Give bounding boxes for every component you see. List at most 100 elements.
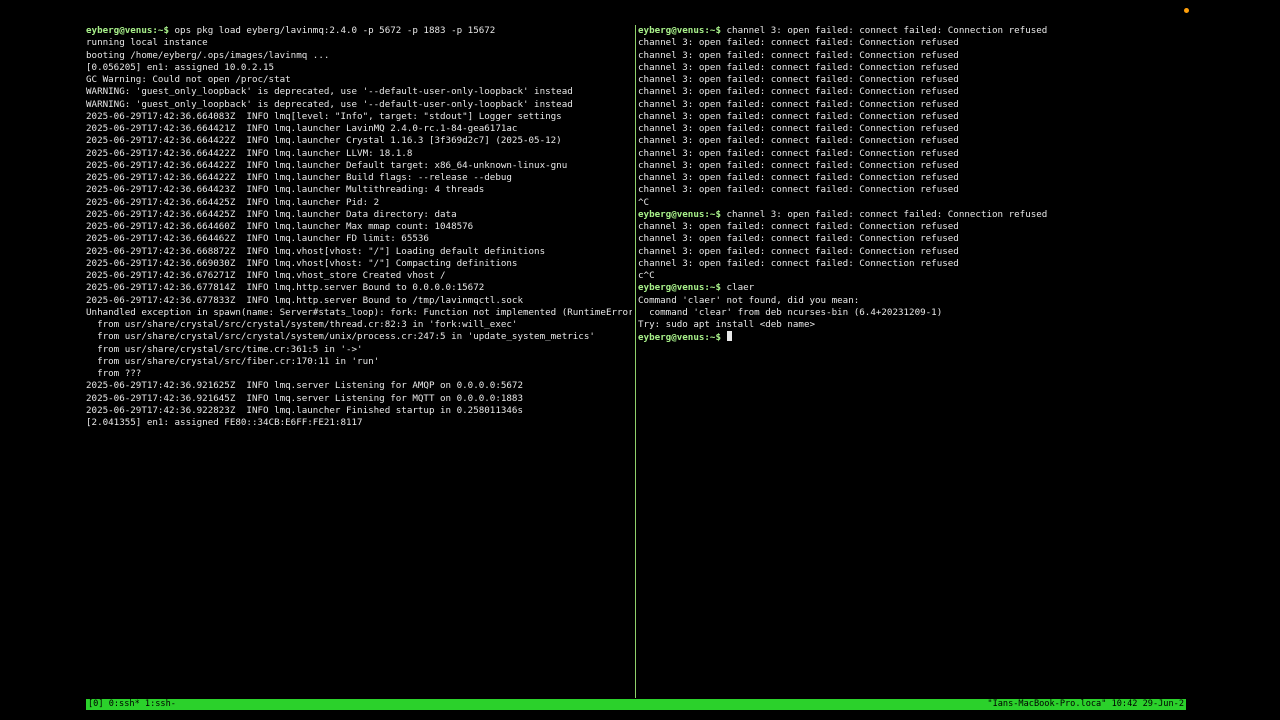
terminal-line: channel 3: open failed: connect failed: …	[638, 50, 1186, 62]
terminal-line: channel 3: open failed: connect failed: …	[638, 148, 1186, 160]
terminal-line-text: from usr/share/crystal/src/crystal/syste…	[86, 319, 518, 330]
terminal-line: 2025-06-29T17:42:36.921645Z INFO lmq.ser…	[86, 393, 632, 405]
terminal-line-text: channel 3: open failed: connect failed: …	[638, 184, 959, 196]
terminal-line-text: ^C	[638, 196, 650, 208]
terminal-line-text: 2025-06-29T17:42:36.669030Z INFO lmq.vho…	[86, 257, 518, 269]
terminal-line: booting /home/eyberg/.ops/images/lavinmq…	[86, 50, 632, 62]
terminal-line-text: 2025-06-29T17:42:36.664421Z INFO lmq.lau…	[86, 123, 518, 134]
terminal-line: 2025-06-29T17:42:36.676271Z INFO lmq.vho…	[86, 270, 632, 282]
terminal-pane-right[interactable]: eyberg@venus:~$ channel 3: open failed: …	[638, 25, 1186, 344]
terminal-line: eyberg@venus:~$	[638, 331, 1186, 343]
terminal-line: WARNING: 'guest_only_loopback' is deprec…	[86, 86, 632, 98]
terminal-line-text: Unhandled exception in spawn(name: Serve…	[86, 306, 632, 318]
terminal-line-text: 2025-06-29T17:42:36.677814Z INFO lmq.htt…	[86, 282, 485, 294]
terminal-line: eyberg@venus:~$ claer	[638, 282, 1186, 294]
terminal-line: eyberg@venus:~$ channel 3: open failed: …	[638, 209, 1186, 221]
terminal-line-text: channel 3: open failed: connect failed: …	[638, 37, 959, 49]
terminal-line-text: channel 3: open failed: connect failed: …	[720, 208, 1048, 220]
terminal-line: channel 3: open failed: connect failed: …	[638, 99, 1186, 111]
terminal-line-text: 2025-06-29T17:42:36.664083Z INFO lmq[lev…	[86, 110, 562, 122]
terminal-line-text: WARNING: 'guest_only_loopback' is deprec…	[86, 86, 573, 98]
terminal-line-text: from usr/share/crystal/src/time.cr:361:5…	[86, 343, 363, 355]
terminal-line: [2.041355] en1: assigned FE80::34CB:E6FF…	[86, 417, 632, 429]
terminal-line: channel 3: open failed: connect failed: …	[638, 246, 1186, 258]
recording-indicator-dot	[1184, 8, 1189, 13]
terminal-line-text: channel 3: open failed: connect failed: …	[720, 25, 1048, 36]
terminal-line-text: 2025-06-29T17:42:36.664460Z INFO lmq.lau…	[86, 221, 474, 232]
terminal-line: from usr/share/crystal/src/time.cr:361:5…	[86, 344, 632, 356]
terminal-line: 2025-06-29T17:42:36.664421Z INFO lmq.lau…	[86, 123, 632, 135]
terminal-line: Try: sudo apt install <deb name>	[638, 319, 1186, 331]
terminal-line: WARNING: 'guest_only_loopback' is deprec…	[86, 99, 632, 111]
terminal-line: eyberg@venus:~$ ops pkg load eyberg/lavi…	[86, 25, 632, 37]
terminal-line-text: 2025-06-29T17:42:36.668872Z INFO lmq.vho…	[86, 245, 546, 257]
terminal-line-text: channel 3: open failed: connect failed: …	[638, 74, 959, 85]
terminal-line: 2025-06-29T17:42:36.677814Z INFO lmq.htt…	[86, 282, 632, 294]
shell-prompt: eyberg@venus:~$	[638, 332, 721, 344]
shell-prompt: eyberg@venus:~$	[638, 282, 721, 294]
terminal-line-text: 2025-06-29T17:42:36.664422Z INFO lmq.lau…	[86, 135, 562, 147]
terminal-line-text: WARNING: 'guest_only_loopback' is deprec…	[86, 98, 573, 110]
terminal-line: 2025-06-29T17:42:36.921625Z INFO lmq.ser…	[86, 380, 632, 392]
terminal-line: channel 3: open failed: connect failed: …	[638, 74, 1186, 86]
terminal-line-text: channel 3: open failed: connect failed: …	[638, 49, 959, 61]
terminal-line-text: c^C	[638, 270, 655, 281]
terminal-line: channel 3: open failed: connect failed: …	[638, 37, 1186, 49]
terminal-line: ^C	[638, 197, 1186, 209]
terminal-line-text: 2025-06-29T17:42:36.921645Z INFO lmq.ser…	[86, 392, 523, 404]
terminal-line: from usr/share/crystal/src/fiber.cr:170:…	[86, 356, 632, 368]
terminal-line-text: channel 3: open failed: connect failed: …	[638, 110, 959, 122]
terminal-line: channel 3: open failed: connect failed: …	[638, 62, 1186, 74]
terminal-pane-left[interactable]: eyberg@venus:~$ ops pkg load eyberg/lavi…	[86, 25, 632, 429]
terminal-line-text: 2025-06-29T17:42:36.664422Z INFO lmq.lau…	[86, 172, 512, 183]
terminal-line-text: channel 3: open failed: connect failed: …	[638, 245, 959, 257]
terminal-line-text: channel 3: open failed: connect failed: …	[638, 147, 959, 159]
terminal-line-text: channel 3: open failed: connect failed: …	[638, 159, 959, 171]
terminal-line: 2025-06-29T17:42:36.664425Z INFO lmq.lau…	[86, 209, 632, 221]
terminal-line-text: 2025-06-29T17:42:36.664425Z INFO lmq.lau…	[86, 196, 380, 208]
terminal-line: eyberg@venus:~$ channel 3: open failed: …	[638, 25, 1186, 37]
terminal-line-text: channel 3: open failed: connect failed: …	[638, 172, 959, 183]
terminal-line: 2025-06-29T17:42:36.664422Z INFO lmq.lau…	[86, 148, 632, 160]
terminal-line: 2025-06-29T17:42:36.922823Z INFO lmq.lau…	[86, 405, 632, 417]
terminal-line: channel 3: open failed: connect failed: …	[638, 172, 1186, 184]
terminal-line-text: [0.056205] en1: assigned 10.0.2.15	[86, 61, 275, 73]
terminal-line-text: command 'clear' from deb ncurses-bin (6.…	[638, 306, 943, 318]
pane-divider[interactable]	[635, 25, 636, 698]
terminal-line: 2025-06-29T17:42:36.668872Z INFO lmq.vho…	[86, 246, 632, 258]
terminal-line-text: channel 3: open failed: connect failed: …	[638, 257, 959, 269]
terminal-line-text: 2025-06-29T17:42:36.676271Z INFO lmq.vho…	[86, 270, 446, 281]
terminal-cursor[interactable]	[726, 331, 732, 342]
terminal-line-text: channel 3: open failed: connect failed: …	[638, 233, 959, 245]
terminal-line-text: [2.041355] en1: assigned FE80::34CB:E6FF…	[86, 417, 363, 428]
terminal-line: channel 3: open failed: connect failed: …	[638, 221, 1186, 233]
terminal-line: 2025-06-29T17:42:36.669030Z INFO lmq.vho…	[86, 258, 632, 270]
terminal-line-text: GC Warning: Could not open /proc/stat	[86, 74, 291, 85]
terminal-line: from usr/share/crystal/src/crystal/syste…	[86, 331, 632, 343]
terminal-line: channel 3: open failed: connect failed: …	[638, 111, 1186, 123]
terminal-line-text: 2025-06-29T17:42:36.664423Z INFO lmq.lau…	[86, 184, 485, 196]
terminal-line: 2025-06-29T17:42:36.664422Z INFO lmq.lau…	[86, 135, 632, 147]
terminal-line: 2025-06-29T17:42:36.664425Z INFO lmq.lau…	[86, 197, 632, 209]
terminal-line: channel 3: open failed: connect failed: …	[638, 233, 1186, 245]
terminal-line: c^C	[638, 270, 1186, 282]
terminal-line: 2025-06-29T17:42:36.664462Z INFO lmq.lau…	[86, 233, 632, 245]
shell-prompt: eyberg@venus:~$	[638, 208, 721, 220]
terminal-line-text: Command 'claer' not found, did you mean:	[638, 294, 860, 306]
terminal-line: running local instance	[86, 37, 632, 49]
terminal-line: channel 3: open failed: connect failed: …	[638, 123, 1186, 135]
terminal-line: GC Warning: Could not open /proc/stat	[86, 74, 632, 86]
terminal-line: 2025-06-29T17:42:36.677833Z INFO lmq.htt…	[86, 295, 632, 307]
terminal-line: 2025-06-29T17:42:36.664083Z INFO lmq[lev…	[86, 111, 632, 123]
terminal-line: command 'clear' from deb ncurses-bin (6.…	[638, 307, 1186, 319]
terminal-line: channel 3: open failed: connect failed: …	[638, 160, 1186, 172]
terminal-line: Unhandled exception in spawn(name: Serve…	[86, 307, 632, 319]
terminal-line: from ???	[86, 368, 632, 380]
terminal-line-text: 2025-06-29T17:42:36.664425Z INFO lmq.lau…	[86, 208, 457, 220]
terminal-line: channel 3: open failed: connect failed: …	[638, 135, 1186, 147]
terminal-line-text: channel 3: open failed: connect failed: …	[638, 86, 959, 98]
terminal-line: 2025-06-29T17:42:36.664422Z INFO lmq.lau…	[86, 172, 632, 184]
terminal-line-text: channel 3: open failed: connect failed: …	[638, 135, 959, 147]
terminal-line-text: from usr/share/crystal/src/crystal/syste…	[86, 331, 595, 343]
tmux-window-list[interactable]: [0] 0:ssh* 1:ssh-	[88, 699, 176, 710]
